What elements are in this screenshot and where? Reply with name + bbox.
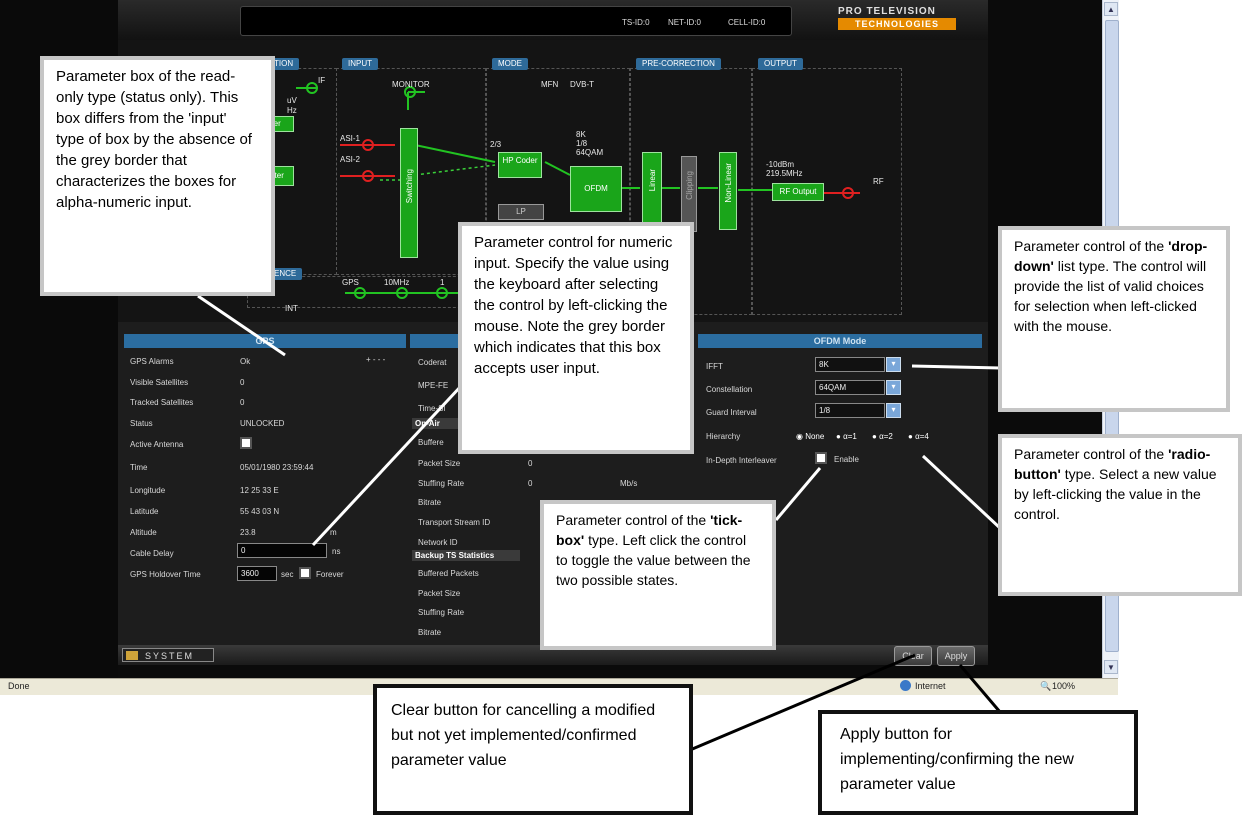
callout-numeric: Parameter control for numeric input. Spe… bbox=[458, 222, 694, 454]
callout-numeric-text: Parameter control for numeric input. Spe… bbox=[474, 234, 673, 377]
callout-tick-post: type. Left click the control to toggle t… bbox=[556, 532, 751, 588]
callout-readonly: Parameter box of the read-only type (sta… bbox=[40, 56, 275, 296]
callout-dropdown-pre: Parameter control of the bbox=[1014, 238, 1169, 254]
callout-clear: Clear button for cancelling a modified b… bbox=[373, 684, 693, 815]
callout-radio: Parameter control of the 'radio-button' … bbox=[998, 434, 1242, 596]
callout-apply-text: Apply button for implementing/confirming… bbox=[840, 726, 1074, 793]
callout-radio-pre: Parameter control of the bbox=[1014, 446, 1169, 462]
callout-apply: Apply button for implementing/confirming… bbox=[818, 710, 1138, 815]
callout-clear-text: Clear button for cancelling a modified b… bbox=[391, 702, 656, 769]
callout-readonly-text: Parameter box of the read-only type (sta… bbox=[56, 68, 252, 211]
callout-dropdown: Parameter control of the 'drop-down' lis… bbox=[998, 226, 1230, 412]
callout-tick-pre: Parameter control of the bbox=[556, 512, 711, 528]
callout-tickbox: Parameter control of the 'tick-box' type… bbox=[540, 500, 776, 650]
